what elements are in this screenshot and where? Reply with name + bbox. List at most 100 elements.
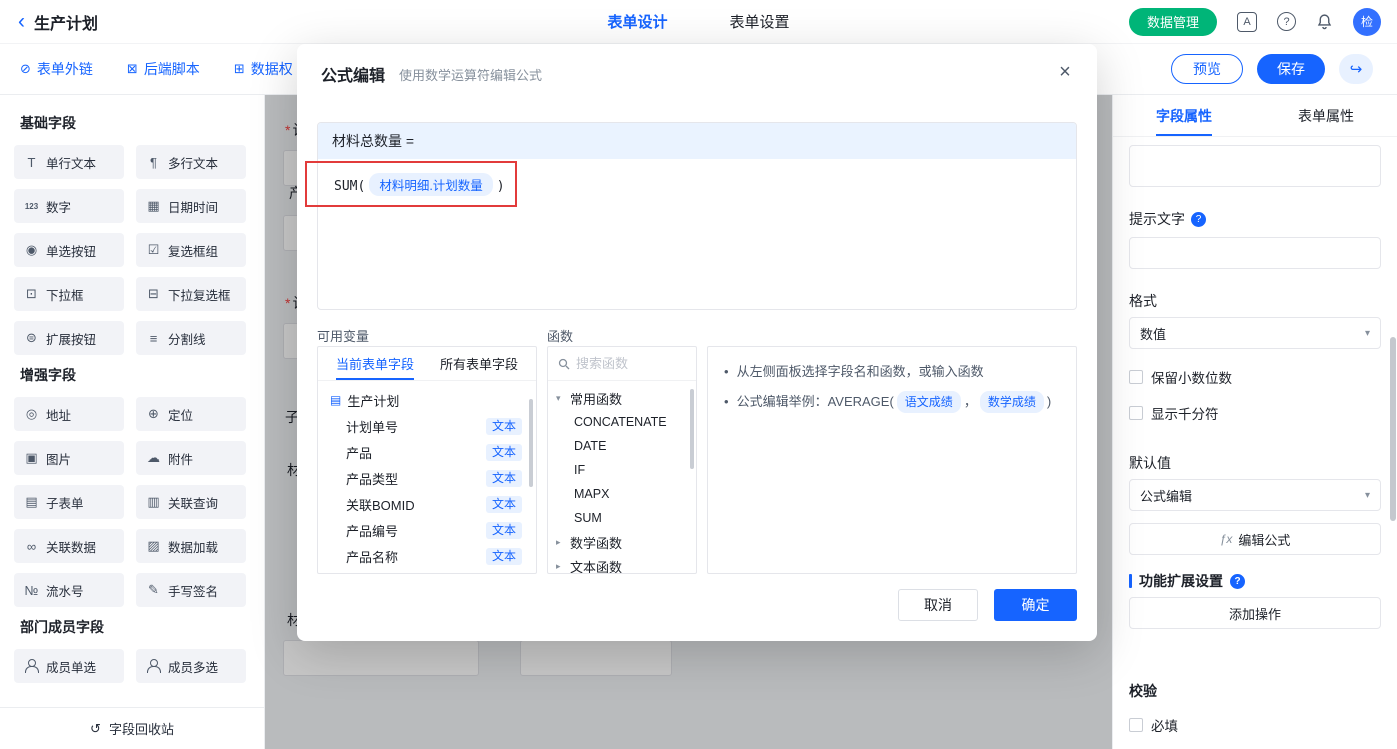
functions-scrollbar[interactable] bbox=[690, 389, 694, 469]
default-value-select[interactable]: 公式编辑 ▾ bbox=[1129, 479, 1381, 511]
hint-help-icon[interactable]: ? bbox=[1191, 211, 1206, 227]
variable-row[interactable]: 产品 文本 bbox=[318, 439, 536, 465]
permission-icon: ⊞ bbox=[233, 61, 245, 76]
field-item-checkbox-group[interactable]: ☑ 复选框组 bbox=[136, 233, 246, 267]
window-scrollbar[interactable] bbox=[1390, 337, 1396, 521]
field-item-address[interactable]: ◎ 地址 bbox=[14, 397, 124, 431]
group-text-functions[interactable]: ▸ 文本函数 bbox=[548, 554, 696, 574]
preview-button[interactable]: 预览 bbox=[1171, 54, 1243, 84]
close-icon[interactable]: × bbox=[1053, 60, 1077, 84]
field-item-subform[interactable]: ▤ 子表单 bbox=[14, 485, 124, 519]
translate-icon[interactable]: A bbox=[1237, 11, 1257, 32]
member-single-icon bbox=[23, 659, 40, 673]
cancel-button[interactable]: 取消 bbox=[898, 589, 978, 621]
field-item-serial-number[interactable]: № 流水号 bbox=[14, 573, 124, 607]
share-icon[interactable]: ↪ bbox=[1339, 54, 1373, 84]
field-item-datetime[interactable]: ▦ 日期时间 bbox=[136, 189, 246, 223]
variable-row[interactable]: 产品名称 文本 bbox=[318, 543, 536, 569]
dropdown-multi-icon: ⊟ bbox=[148, 286, 159, 301]
backend-script-link[interactable]: ⊠ 后端脚本 bbox=[127, 59, 200, 79]
tab-form-properties[interactable]: 表单属性 bbox=[1255, 95, 1397, 136]
keep-decimal-checkbox[interactable]: 保留小数位数 bbox=[1129, 367, 1381, 387]
example-field-chip[interactable]: 语文成绩 bbox=[896, 391, 961, 413]
image-icon: ▣ bbox=[25, 450, 38, 465]
formula-field-token[interactable]: 材料明细.计划数量 bbox=[369, 173, 493, 196]
search-input[interactable] bbox=[576, 356, 686, 371]
field-item-single-line-text[interactable]: T 单行文本 bbox=[14, 145, 124, 179]
data-permission-link[interactable]: ⊞ 数据权 bbox=[234, 59, 293, 79]
field-item-radio[interactable]: ◉ 单选按钮 bbox=[14, 233, 124, 267]
tab-current-form-fields[interactable]: 当前表单字段 bbox=[336, 347, 415, 380]
extension-help-icon[interactable]: ? bbox=[1230, 573, 1245, 589]
field-item-related-query[interactable]: ▥ 关联查询 bbox=[136, 485, 246, 519]
variable-row[interactable]: 产品编号 文本 bbox=[318, 517, 536, 543]
field-item-number[interactable]: 123 数字 bbox=[14, 189, 124, 223]
variable-row[interactable]: 产品类型 文本 bbox=[318, 465, 536, 491]
function-item-sum[interactable]: SUM bbox=[548, 506, 696, 530]
type-badge: 文本 bbox=[485, 495, 522, 513]
confirm-button[interactable]: 确定 bbox=[994, 589, 1077, 621]
tab-all-form-fields[interactable]: 所有表单字段 bbox=[440, 347, 518, 380]
formula-edit-modal: 公式编辑 使用数学运算符编辑公式 × 材料总数量 = SUM(材料明细.计划数量… bbox=[297, 44, 1097, 641]
function-item-date[interactable]: DATE bbox=[548, 434, 696, 458]
function-search bbox=[548, 347, 696, 381]
hint-text-input[interactable] bbox=[1129, 237, 1381, 269]
field-item-related-data[interactable]: ∞ 关联数据 bbox=[14, 529, 124, 563]
section-title-enhanced: 增强字段 bbox=[20, 367, 76, 383]
formula-target: 材料总数量 = bbox=[318, 123, 1076, 159]
field-item-dropdown-multi[interactable]: ⊟ 下拉复选框 bbox=[136, 277, 246, 311]
bell-icon[interactable] bbox=[1316, 13, 1333, 30]
group-common-functions[interactable]: ▾ 常用函数 bbox=[548, 386, 696, 410]
toolbar-links: ⊘ 表单外链 ⊠ 后端脚本 ⊞ 数据权 bbox=[0, 59, 293, 79]
save-button[interactable]: 保存 bbox=[1257, 54, 1325, 84]
formula-input-area[interactable]: SUM(材料明细.计划数量) bbox=[318, 159, 1076, 210]
extension-settings-header: 功能扩展设置? bbox=[1129, 571, 1381, 591]
group-math-functions[interactable]: ▸ 数学函数 bbox=[548, 530, 696, 554]
function-item-concatenate[interactable]: CONCATENATE bbox=[548, 410, 696, 434]
function-item-if[interactable]: IF bbox=[548, 458, 696, 482]
member-fields-grid: 成员单选 成员多选 bbox=[14, 649, 264, 683]
help-line-1: • 从左侧面板选择字段名和函数，或输入函数 bbox=[724, 361, 1060, 383]
top-bar: ‹ 生产计划 表单设计 表单设置 数据管理 A ? 检 bbox=[0, 0, 1397, 44]
field-item-signature[interactable]: ✎ 手写签名 bbox=[136, 573, 246, 607]
field-item-image[interactable]: ▣ 图片 bbox=[14, 441, 124, 475]
field-item-attachment[interactable]: ☁ 附件 bbox=[136, 441, 246, 475]
variable-row[interactable]: 计划单号 文本 bbox=[318, 413, 536, 439]
variables-scrollbar[interactable] bbox=[529, 399, 533, 487]
title-input[interactable] bbox=[1129, 145, 1381, 187]
field-item-location[interactable]: ⊕ 定位 bbox=[136, 397, 246, 431]
basic-fields-grid: T 单行文本 ¶ 多行文本 123 数字 ▦ 日期时间 ◉ 单选按钮 ☑ 复选框组 ⊡ 下拉框… bbox=[14, 145, 264, 355]
required-checkbox[interactable]: 必填 bbox=[1129, 715, 1381, 735]
fx-icon: ƒx bbox=[1219, 532, 1233, 546]
avatar[interactable]: 检 bbox=[1353, 7, 1381, 36]
function-item-mapx[interactable]: MAPX bbox=[548, 482, 696, 506]
add-action-button[interactable]: 添加操作 bbox=[1129, 597, 1381, 629]
help-icon[interactable]: ? bbox=[1277, 12, 1296, 31]
recycle-icon: ↺ bbox=[90, 720, 101, 736]
back-icon[interactable]: ‹ bbox=[18, 11, 25, 32]
field-item-dropdown[interactable]: ⊡ 下拉框 bbox=[14, 277, 124, 311]
dropdown-icon: ⊡ bbox=[26, 286, 37, 301]
tab-form-settings[interactable]: 表单设置 bbox=[730, 11, 790, 32]
field-item-multi-line-text[interactable]: ¶ 多行文本 bbox=[136, 145, 246, 179]
field-item-data-load[interactable]: ▨ 数据加载 bbox=[136, 529, 246, 563]
top-bar-right: 数据管理 A ? 检 bbox=[1128, 0, 1381, 44]
variable-row[interactable]: 关联BOMID 文本 bbox=[318, 491, 536, 517]
chevron-right-icon: ▸ bbox=[556, 536, 561, 547]
data-manage-button[interactable]: 数据管理 bbox=[1128, 7, 1217, 36]
tab-field-properties[interactable]: 字段属性 bbox=[1113, 95, 1255, 136]
field-item-extension-button[interactable]: ⊜ 扩展按钮 bbox=[14, 321, 124, 355]
format-select[interactable]: 数值 ▾ bbox=[1129, 317, 1381, 349]
field-recycle-bin[interactable]: ↺ 字段回收站 bbox=[0, 707, 264, 749]
thousand-separator-checkbox[interactable]: 显示千分符 bbox=[1129, 403, 1381, 423]
form-external-link[interactable]: ⊘ 表单外链 bbox=[20, 59, 93, 79]
checkbox-icon: ☑ bbox=[147, 242, 160, 257]
field-item-member-multi[interactable]: 成员多选 bbox=[136, 649, 246, 683]
tab-form-design[interactable]: 表单设计 bbox=[607, 11, 667, 32]
edit-formula-button[interactable]: ƒx 编辑公式 bbox=[1129, 523, 1381, 555]
field-item-divider[interactable]: ≡ 分割线 bbox=[136, 321, 246, 355]
tree-root-form[interactable]: ▤ 生产计划 bbox=[318, 387, 536, 413]
type-badge: 文本 bbox=[485, 443, 522, 461]
example-field-chip[interactable]: 数学成绩 bbox=[979, 391, 1044, 413]
field-item-member-single[interactable]: 成员单选 bbox=[14, 649, 124, 683]
